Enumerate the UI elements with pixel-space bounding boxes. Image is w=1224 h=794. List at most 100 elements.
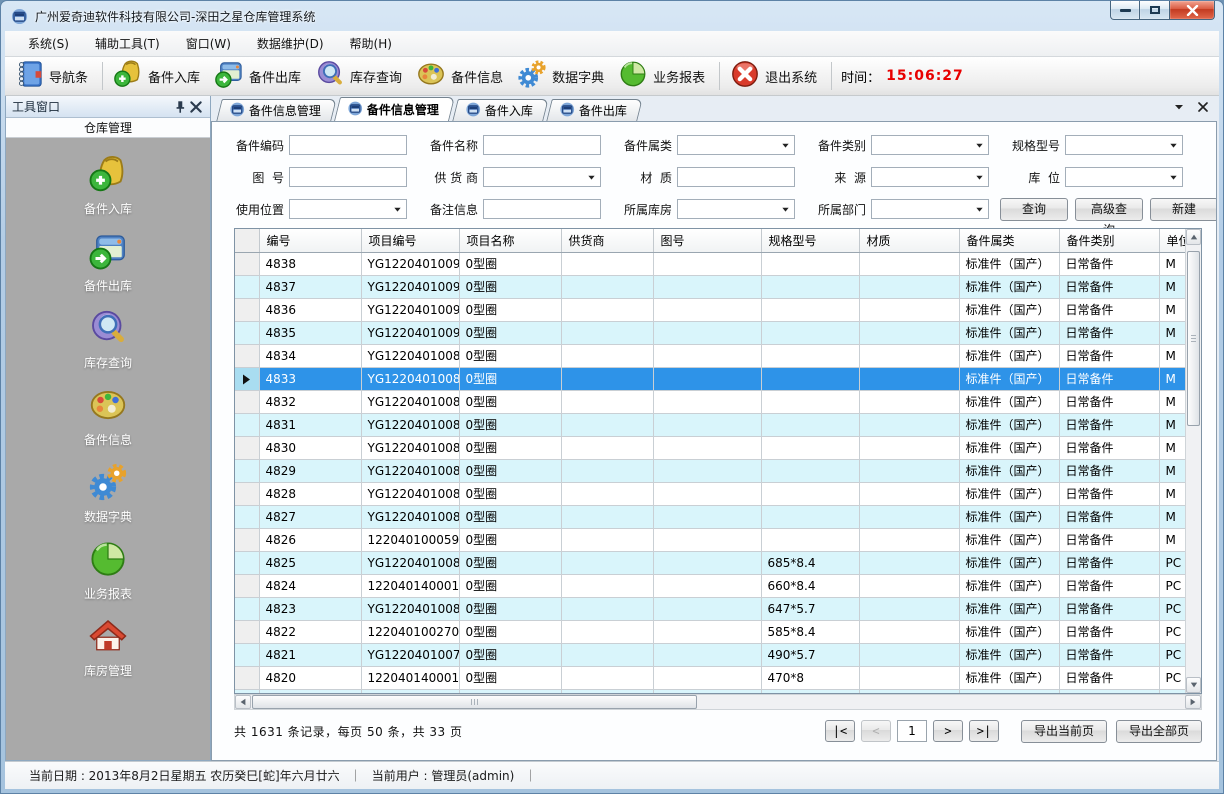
tab-spare-info-mgmt-2[interactable]: 备件信息管理 (334, 97, 455, 121)
advanced-query-button[interactable]: 高级查询 (1075, 198, 1143, 221)
table-row[interactable]: 4831YG122040100860型圈标准件（国产）日常备件M (235, 413, 1185, 436)
toolbar-button-navbar[interactable]: 导航条 (9, 56, 97, 96)
drawing-no-input[interactable] (289, 167, 407, 187)
export-current-page-button[interactable]: 导出当前页 (1021, 720, 1107, 743)
sidebar-item-business-report[interactable]: 业务报表 (48, 539, 168, 602)
table-row[interactable]: 482012204014000130型圈470*8标准件（国产）日常备件PC (235, 666, 1185, 689)
cell: 标准件（国产） (959, 252, 1059, 275)
close-panel-icon[interactable] (188, 99, 204, 115)
table-row[interactable]: 4832YG122040100870型圈标准件（国产）日常备件M (235, 390, 1185, 413)
scroll-down-button[interactable] (1186, 677, 1201, 693)
supplier-combobox[interactable] (483, 167, 601, 187)
material-input[interactable] (677, 167, 795, 187)
sidebar-item-warehouse-mgmt[interactable]: 库房管理 (48, 616, 168, 679)
menu-item-system[interactable]: 系统(S) (15, 31, 82, 56)
table-row[interactable]: 4829YG122040100840型圈标准件（国产）日常备件M (235, 459, 1185, 482)
menu-item-help[interactable]: 帮助(H) (337, 31, 405, 56)
tab-spare-info-mgmt-1[interactable]: 备件信息管理 (216, 99, 337, 121)
scroll-right-button[interactable] (1185, 695, 1201, 709)
column-header[interactable]: 规格型号 (761, 229, 859, 252)
location-combobox[interactable] (1065, 167, 1183, 187)
sidebar-item-label: 备件出库 (84, 277, 132, 294)
tab-spare-inbound[interactable]: 备件入库 (452, 99, 549, 121)
table-row[interactable]: 4838YG122040100930型圈标准件（国产）日常备件M (235, 252, 1185, 275)
column-header[interactable]: 项目名称 (459, 229, 561, 252)
table-row[interactable]: 4828YG122040100830型圈标准件（国产）日常备件M (235, 482, 1185, 505)
cell: 1220401400012 (361, 574, 459, 597)
source-combobox[interactable] (871, 167, 989, 187)
tab-list-dropdown-icon[interactable] (1173, 101, 1185, 116)
maximize-button[interactable] (1140, 1, 1169, 20)
close-button[interactable] (1169, 1, 1215, 20)
table-row[interactable]: 4823YG122040100800型圈647*5.7标准件（国产）日常备件PC (235, 597, 1185, 620)
table-row[interactable]: 4821YG122040100790型圈490*5.7标准件（国产）日常备件PC (235, 643, 1185, 666)
toolbar-separator (102, 62, 103, 90)
sidebar-item-spare-outbound[interactable]: 备件出库 (48, 231, 168, 294)
cell: 标准件（国产） (959, 275, 1059, 298)
toolbar-button-exit-system[interactable]: 退出系统 (725, 56, 826, 96)
sidebar-item-stock-query[interactable]: 库存查询 (48, 308, 168, 371)
part-name-input[interactable] (483, 135, 601, 155)
v-scroll-thumb[interactable] (1187, 251, 1200, 426)
table-row[interactable]: 482412204014000120型圈660*8.4标准件（国产）日常备件PC (235, 574, 1185, 597)
tab-spare-outbound[interactable]: 备件出库 (546, 99, 643, 121)
table-row[interactable]: 4833YG122040100880型圈标准件（国产）日常备件M (235, 367, 1185, 390)
h-scroll-thumb[interactable] (252, 695, 697, 709)
column-header[interactable]: 备件属类 (959, 229, 1059, 252)
new-button[interactable]: 新建 (1150, 198, 1217, 221)
menu-item-data-maintenance[interactable]: 数据维护(D) (244, 31, 337, 56)
h-scrollbar[interactable] (234, 694, 1202, 710)
scroll-left-button[interactable] (235, 695, 251, 709)
toolbar-button-stock-query[interactable]: 库存查询 (310, 56, 411, 96)
table-row[interactable]: 482212204010027000型圈585*8.4标准件（国产）日常备件PC (235, 620, 1185, 643)
minimize-button[interactable] (1110, 1, 1140, 20)
column-header[interactable]: 备件类别 (1059, 229, 1159, 252)
sidebar-item-data-dictionary[interactable]: 数据字典 (48, 462, 168, 525)
column-header[interactable]: 编号 (259, 229, 361, 252)
table-row[interactable]: 4835YG122040100900型圈标准件（国产）日常备件M (235, 321, 1185, 344)
table-row[interactable]: 4830YG122040100850型圈标准件（国产）日常备件M (235, 436, 1185, 459)
table-row[interactable]: 4827YG122040100820型圈标准件（国产）日常备件M (235, 505, 1185, 528)
toolbar-button-spare-outbound[interactable]: 备件出库 (209, 56, 310, 96)
column-header[interactable]: 单位 (1159, 229, 1185, 252)
next-page-button[interactable]: > (933, 720, 963, 742)
menu-item-aux-tools[interactable]: 辅助工具(T) (82, 31, 173, 56)
column-header[interactable]: 项目编号 (361, 229, 459, 252)
table-row[interactable]: 4834YG122040100890型圈标准件（国产）日常备件M (235, 344, 1185, 367)
warehouse-combobox[interactable] (677, 199, 795, 219)
v-scrollbar[interactable] (1185, 229, 1201, 693)
column-header[interactable]: 供货商 (561, 229, 653, 252)
toolbar-button-spare-inbound[interactable]: 备件入库 (108, 56, 209, 96)
column-header[interactable]: 图号 (653, 229, 761, 252)
toolbar-button-business-report[interactable]: 业务报表 (613, 56, 714, 96)
page-number-input[interactable]: 1 (897, 720, 927, 742)
cell: 0型圈 (459, 528, 561, 551)
part-type-combobox[interactable] (871, 135, 989, 155)
department-combobox[interactable] (871, 199, 989, 219)
table-row[interactable]: 4837YG122040100920型圈标准件（国产）日常备件M (235, 275, 1185, 298)
query-button[interactable]: 查询 (1000, 198, 1068, 221)
toolbar-button-spare-info[interactable]: 备件信息 (411, 56, 512, 96)
prev-page-button[interactable]: < (861, 720, 891, 742)
column-header[interactable]: 材质 (859, 229, 959, 252)
cell: 4822 (259, 620, 361, 643)
export-all-pages-button[interactable]: 导出全部页 (1116, 720, 1202, 743)
pin-icon[interactable] (172, 99, 188, 115)
tab-close-icon[interactable] (1197, 101, 1209, 116)
cell: 0型圈 (459, 298, 561, 321)
part-attr-category-combobox[interactable] (677, 135, 795, 155)
first-page-button[interactable]: |< (825, 720, 855, 742)
usage-position-combobox[interactable] (289, 199, 407, 219)
menu-item-window[interactable]: 窗口(W) (173, 31, 244, 56)
sidebar-item-spare-inbound[interactable]: 备件入库 (48, 154, 168, 217)
remark-input[interactable] (483, 199, 601, 219)
spec-model-combobox[interactable] (1065, 135, 1183, 155)
table-row[interactable]: 4825YG122040100810型圈685*8.4标准件（国产）日常备件PC (235, 551, 1185, 574)
sidebar-item-spare-info[interactable]: 备件信息 (48, 385, 168, 448)
table-row[interactable]: 482612204010005990型圈标准件（国产）日常备件M (235, 528, 1185, 551)
table-row[interactable]: 4836YG122040100910型圈标准件（国产）日常备件M (235, 298, 1185, 321)
toolbar-button-data-dictionary[interactable]: 数据字典 (512, 56, 613, 96)
part-code-input[interactable] (289, 135, 407, 155)
last-page-button[interactable]: >| (969, 720, 999, 742)
scroll-up-button[interactable] (1186, 229, 1201, 245)
